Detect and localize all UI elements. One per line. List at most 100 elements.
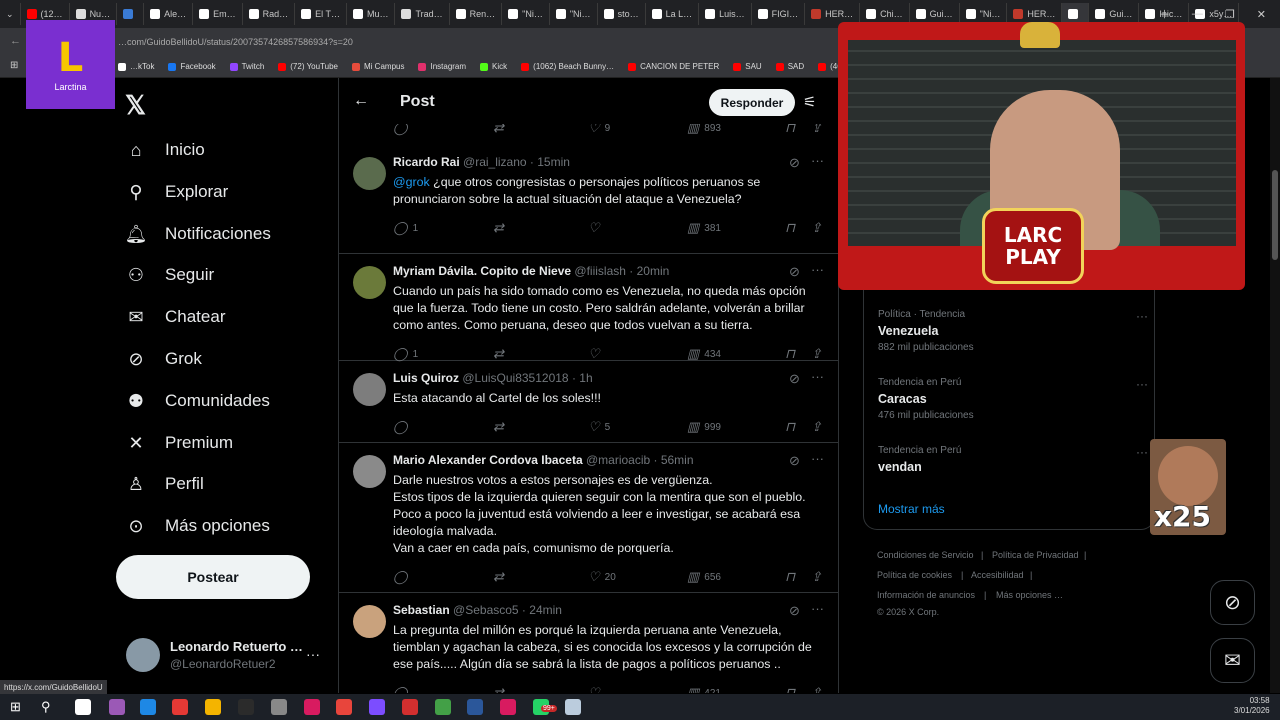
nav-item-explorar[interactable]: ⚲ Explorar: [125, 181, 228, 203]
like-icon[interactable]: ♡: [588, 685, 605, 693]
like-icon[interactable]: ♡: [588, 220, 605, 236]
trend-more-icon[interactable]: ···: [1136, 377, 1148, 391]
tweet-author-name[interactable]: Sebastian: [393, 603, 450, 617]
reply-icon[interactable]: ◯: [393, 685, 413, 693]
nav-item-inicio[interactable]: ⌂ Inicio: [125, 139, 205, 161]
footer-more-link[interactable]: Más opciones …: [996, 590, 1063, 600]
bookmark-item[interactable]: (72) YouTube: [278, 62, 338, 71]
retweet-icon[interactable]: ⇄: [493, 220, 509, 236]
views-icon[interactable]: ▥ 381: [687, 220, 721, 236]
bookmark-item[interactable]: Mi Campus: [352, 62, 404, 71]
browser-tab[interactable]: [117, 3, 145, 25]
nav-item-grok[interactable]: ⊘ Grok: [125, 348, 201, 370]
tweet[interactable]: Myriam Dávila. Copito de Nieve @fiiislas…: [339, 254, 838, 362]
avatar[interactable]: [353, 157, 386, 190]
show-more-link[interactable]: Mostrar más: [878, 502, 945, 516]
word-icon[interactable]: [467, 699, 483, 715]
tweet-author-name[interactable]: Luis Quiroz: [393, 371, 459, 385]
more-options-icon[interactable]: ···: [811, 451, 824, 466]
reply-icon[interactable]: ◯ 1: [393, 346, 418, 362]
more-options-icon[interactable]: ···: [811, 601, 824, 616]
avatar[interactable]: [353, 266, 386, 299]
retweet-icon[interactable]: ⇄: [493, 346, 509, 362]
grok-explain-icon[interactable]: ⊘: [789, 371, 800, 387]
calculator-icon[interactable]: [435, 699, 451, 715]
nav-item-más-opciones[interactable]: ⊙ Más opciones: [125, 515, 269, 537]
views-icon[interactable]: ▥ 434: [687, 346, 721, 362]
like-icon[interactable]: ♡ 5: [588, 419, 610, 435]
close-window-icon[interactable]: ✕: [1257, 8, 1266, 21]
avatar[interactable]: [353, 455, 386, 488]
bookmark-item[interactable]: SAD: [775, 62, 804, 71]
grok-explain-icon[interactable]: ⊘: [789, 453, 800, 469]
retweet-icon[interactable]: ⇄: [493, 685, 509, 693]
more-options-icon[interactable]: ···: [811, 369, 824, 384]
minimize-icon[interactable]: —: [1192, 8, 1203, 20]
app-icon[interactable]: [238, 699, 254, 715]
browser-tab[interactable]: Rad…: [243, 3, 296, 25]
back-arrow-icon[interactable]: ←: [353, 92, 369, 110]
trend-item[interactable]: Tendencia en Perú Caracas 476 mil publicac…: [878, 377, 1148, 421]
app-icon[interactable]: [500, 699, 516, 715]
trend-more-icon[interactable]: ···: [1136, 309, 1148, 323]
bookmark-item[interactable]: Twitch: [229, 62, 264, 71]
restore-icon[interactable]: ❐: [1225, 8, 1235, 21]
browser-tab[interactable]: Trad…: [395, 3, 450, 25]
retweet-icon[interactable]: ⇄: [493, 419, 509, 435]
windows-start-icon[interactable]: ⊞: [10, 699, 26, 715]
trend-item[interactable]: Política · Tendencia Venezuela 882 mil pub…: [878, 309, 1148, 353]
bookmark-item[interactable]: (1062) Beach Bunny…: [521, 62, 614, 71]
url-field[interactable]: …com/GuidoBellidoU/status/20073574268575…: [118, 37, 353, 47]
account-more-icon[interactable]: ···: [306, 646, 320, 662]
app-icon[interactable]: [271, 699, 287, 715]
search-icon[interactable]: ⚲: [41, 699, 57, 715]
browser-tab[interactable]: La L…: [646, 3, 700, 25]
browser-tab[interactable]: sto…: [598, 3, 646, 25]
footer-accessibility-link[interactable]: Accesibilidad: [971, 570, 1024, 580]
bookmark-item[interactable]: SAU: [733, 62, 762, 71]
tweet-author-name[interactable]: Ricardo Rai: [393, 155, 460, 169]
x-logo-icon[interactable]: 𝕏: [125, 90, 146, 121]
grok-explain-icon[interactable]: ⊘: [789, 603, 800, 619]
nav-item-notificaciones[interactable]: 🔔︎ Notificaciones: [125, 223, 271, 245]
trend-more-icon[interactable]: ···: [1136, 445, 1148, 459]
reply-icon[interactable]: ◯ 1: [393, 220, 418, 236]
share-icon[interactable]: ⇪: [811, 346, 822, 362]
store-icon[interactable]: [75, 699, 91, 715]
whatsapp-icon[interactable]: 99+: [533, 699, 557, 715]
bookmark-item[interactable]: Kick: [480, 62, 507, 71]
share-icon[interactable]: ⇪: [811, 685, 822, 693]
app-icon[interactable]: [172, 699, 188, 715]
bookmark-item[interactable]: Facebook: [168, 62, 216, 71]
new-tab-icon[interactable]: ＋: [1159, 6, 1170, 22]
tab-list-icon[interactable]: ⌄: [0, 3, 21, 25]
tweet-author-name[interactable]: Mario Alexander Cordova Ibaceta: [393, 453, 583, 467]
tweet-author-name[interactable]: Myriam Dávila. Copito de Nieve: [393, 264, 571, 278]
reply-icon[interactable]: ◯: [393, 419, 413, 435]
copilot-icon[interactable]: [109, 699, 125, 715]
bookmark-icon[interactable]: ⊓: [785, 685, 795, 693]
browser-tab[interactable]: Ale…: [144, 3, 194, 25]
browser-tab[interactable]: Em…: [193, 3, 243, 25]
file-explorer-icon[interactable]: [205, 699, 221, 715]
views-icon[interactable]: ▥ 421: [687, 685, 721, 693]
app-icon[interactable]: [304, 699, 320, 715]
grok-explain-icon[interactable]: ⊘: [789, 155, 800, 171]
tweet[interactable]: Luis Quiroz @LuisQui83512018 · 1h ⊘ ··· Est…: [339, 361, 838, 443]
bookmark-icon[interactable]: ⊓: [785, 419, 795, 435]
tweet[interactable]: Sebastian @Sebasco5 · 24min ⊘ ··· La pregun…: [339, 593, 838, 693]
footer-privacy-link[interactable]: Política de Privacidad: [992, 550, 1079, 560]
mention-link[interactable]: @grok: [393, 175, 430, 189]
bookmark-icon[interactable]: ⊓: [785, 346, 795, 362]
footer-cookies-link[interactable]: Política de cookies: [877, 570, 952, 580]
bookmark-item[interactable]: …kTok: [118, 62, 154, 71]
more-options-icon[interactable]: ···: [811, 153, 824, 168]
trend-item[interactable]: Tendencia en Perú vendan ···: [878, 445, 1148, 478]
more-options-icon[interactable]: ···: [811, 262, 824, 277]
like-icon[interactable]: ♡ 20: [588, 569, 616, 585]
bookmark-item[interactable]: CANCION DE PETER: [628, 62, 719, 71]
browser-tab[interactable]: "Ni…: [550, 3, 598, 25]
nav-item-chatear[interactable]: ✉ Chatear: [125, 306, 225, 328]
share-icon[interactable]: ⇪: [811, 419, 822, 435]
edge-icon[interactable]: [140, 699, 156, 715]
